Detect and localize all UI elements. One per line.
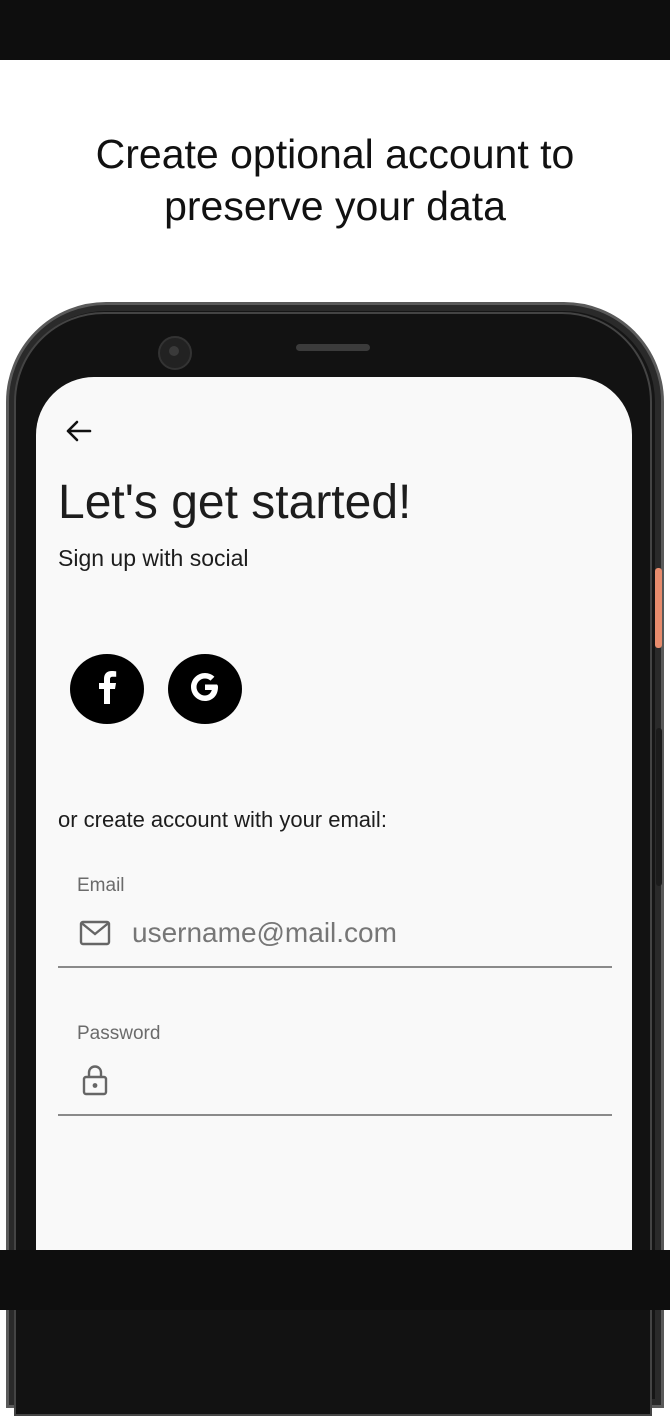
app-screen: Let's get started! Sign up with social o… xyxy=(36,377,632,1257)
google-icon xyxy=(188,670,222,709)
page-title: Let's get started! xyxy=(58,476,412,529)
promo-headline-line1: Create optional account to xyxy=(95,131,575,177)
password-field[interactable] xyxy=(132,1062,602,1102)
promo-headline: Create optional account to preserve your… xyxy=(0,128,670,232)
phone-speaker xyxy=(296,344,370,351)
password-underline xyxy=(58,1114,612,1116)
arrow-left-icon xyxy=(64,419,92,448)
email-field[interactable] xyxy=(132,913,602,953)
phone-camera xyxy=(158,336,192,370)
mail-icon xyxy=(78,918,112,948)
facebook-icon xyxy=(96,670,118,709)
back-button[interactable] xyxy=(58,415,98,451)
email-label: Email xyxy=(77,875,125,896)
social-signup-label: Sign up with social xyxy=(58,545,249,571)
status-bar xyxy=(0,0,670,60)
facebook-signup-button[interactable] xyxy=(70,654,144,724)
google-signup-button[interactable] xyxy=(168,654,242,724)
password-label: Password xyxy=(77,1023,161,1044)
navigation-bar xyxy=(0,1250,670,1310)
phone-power-button xyxy=(655,568,662,648)
lock-icon xyxy=(78,1065,112,1096)
email-underline xyxy=(58,966,612,968)
promo-headline-line2: preserve your data xyxy=(164,183,506,229)
email-signup-label: or create account with your email: xyxy=(58,807,387,832)
phone-volume-button xyxy=(656,728,662,886)
